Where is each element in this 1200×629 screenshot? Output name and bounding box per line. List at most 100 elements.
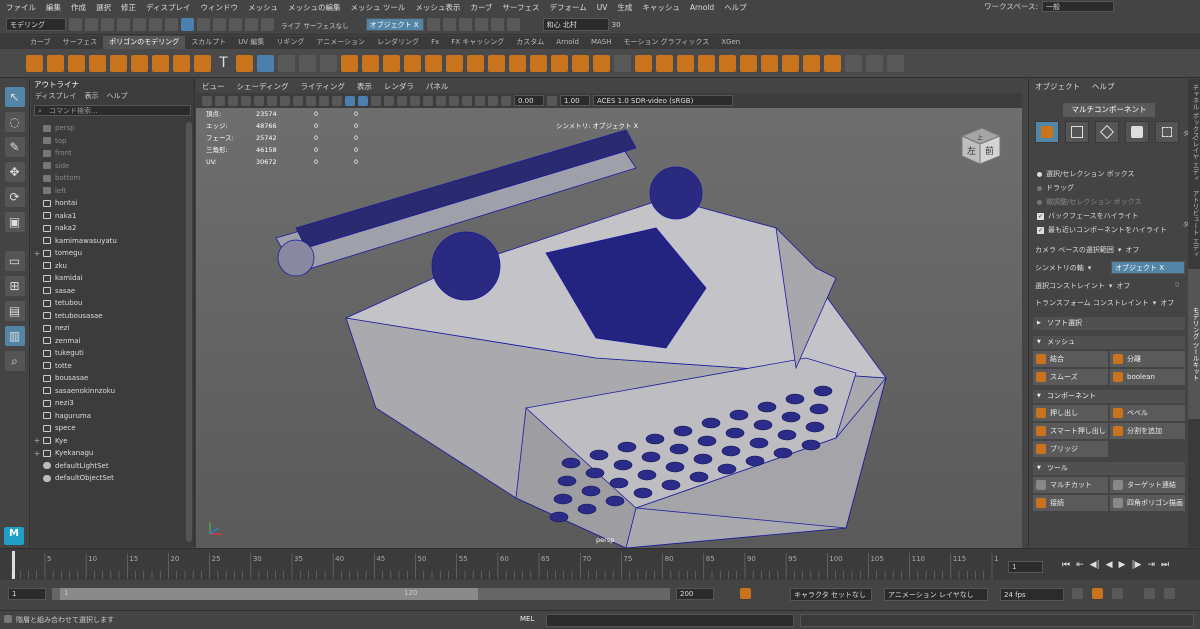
poly-torus-icon[interactable] (110, 54, 127, 72)
snap-grid-icon[interactable] (197, 18, 210, 31)
pause-icon[interactable] (506, 18, 520, 31)
toolkit-menu-item[interactable]: オブジェクト (1035, 81, 1080, 92)
isolate-icon[interactable] (449, 95, 459, 106)
transform-constraint-row[interactable]: トランスフォーム コンストレイント ▾ オフ (1035, 298, 1174, 308)
toolkit-menu-item[interactable]: ヘルプ (1092, 81, 1115, 92)
menu-item[interactable]: ディスプレイ (146, 2, 190, 13)
open-scene-icon[interactable] (85, 18, 98, 31)
smart-extrude-button[interactable]: スマート押し出し (1033, 423, 1108, 439)
shelf-tab[interactable]: スカルプト (185, 36, 232, 49)
bridge-icon[interactable] (509, 54, 526, 72)
gamma-field[interactable]: 1.00 (560, 95, 590, 106)
outliner-menu-item[interactable]: ディスプレイ (35, 91, 77, 103)
snap-curve-icon[interactable] (213, 18, 226, 31)
shelf-tab[interactable]: リギング (270, 36, 310, 49)
range-slider[interactable]: 1 120 (52, 588, 670, 600)
settings-icon[interactable] (1164, 588, 1175, 599)
combine-button[interactable]: 結合 (1033, 351, 1108, 367)
lasso-tool-icon[interactable]: ◌ (4, 112, 25, 132)
outliner-item[interactable]: + Kye (31, 435, 185, 448)
user-account[interactable]: 和心 北村 (542, 18, 609, 31)
textured-icon[interactable] (371, 95, 381, 106)
shelf-tab[interactable]: サーフェス (57, 36, 104, 49)
bevel-edge-icon[interactable] (551, 54, 568, 72)
outliner-item[interactable]: defaultLightSet (31, 460, 185, 473)
uv-planar-icon[interactable] (782, 54, 799, 72)
menu-item[interactable]: UV (597, 3, 608, 12)
outliner-item[interactable]: spece (31, 422, 185, 435)
field-chart-icon[interactable] (306, 95, 316, 106)
svg-tool-icon[interactable] (236, 54, 253, 72)
reduce-icon[interactable] (467, 54, 484, 72)
mesh-section[interactable]: メッシュ (1033, 336, 1185, 349)
viewport-menu-item[interactable]: シェーディング (237, 81, 289, 92)
preferences-icon[interactable] (1112, 588, 1123, 599)
outliner-item[interactable]: nezi (31, 322, 185, 335)
vertical-tab[interactable]: アトリビュート エディタ (1181, 189, 1200, 259)
quad-draw-button[interactable]: 四角ポリゴン描画 (1110, 495, 1185, 511)
vertical-tab[interactable]: チャネル ボックス/レイヤ エディタ (1181, 83, 1200, 183)
expand-icon[interactable]: + (31, 436, 43, 445)
menu-item[interactable]: メッシュ (248, 2, 278, 13)
soft-icon[interactable] (887, 54, 904, 72)
exposure-icon[interactable] (501, 95, 511, 106)
gate-mask-icon[interactable] (293, 95, 303, 106)
boolean-icon[interactable] (404, 54, 421, 72)
outliner-menu-item[interactable]: 表示 (85, 91, 99, 103)
uv-mode-icon[interactable] (1155, 121, 1179, 143)
option-select-box[interactable]: 選択/セレクション ボックス (1037, 169, 1134, 179)
wireframe-icon[interactable] (332, 95, 342, 106)
outliner-item[interactable]: kamimawasuyatu (31, 235, 185, 248)
xray-components-icon[interactable] (488, 95, 498, 106)
colorspace-dropdown[interactable]: ACES 1.0 SDR-video (sRGB) (593, 95, 733, 106)
menu-item[interactable]: 修正 (121, 2, 136, 13)
current-time-marker[interactable] (12, 551, 15, 579)
undo-icon[interactable] (117, 18, 130, 31)
merge-vertex-icon[interactable] (299, 54, 316, 72)
menu-item[interactable]: 作成 (71, 2, 86, 13)
key-icon[interactable] (740, 588, 751, 599)
menu-item[interactable]: 編集 (46, 2, 61, 13)
mel-command-input[interactable] (546, 614, 794, 627)
type-tool-icon[interactable]: T (215, 55, 232, 72)
outliner-item[interactable]: persp (31, 122, 185, 135)
add-divisions-button[interactable]: 分割を追加 (1110, 423, 1185, 439)
outliner-item[interactable]: side (31, 160, 185, 173)
multicut-button[interactable]: マルチカット (1033, 477, 1108, 493)
resolution-gate-icon[interactable] (280, 95, 290, 106)
separate-icon[interactable] (362, 54, 379, 72)
select-hierarchy-icon[interactable] (149, 18, 162, 31)
mirror-icon[interactable] (425, 54, 442, 72)
exposure-field[interactable]: 0.00 (514, 95, 544, 106)
shelf-tab[interactable]: XGen (715, 36, 746, 49)
menu-item[interactable]: サーフェス (502, 2, 539, 13)
select-object-icon[interactable] (165, 18, 178, 31)
poly-sphere-icon[interactable] (26, 54, 43, 72)
poly-cube-icon[interactable] (47, 54, 64, 72)
shelf-tab[interactable]: カーブ (24, 36, 57, 49)
combine-icon[interactable] (341, 54, 358, 72)
expand-icon[interactable]: + (31, 249, 43, 258)
render-settings-icon[interactable] (458, 18, 472, 31)
outliner-item[interactable]: + Kyekanagu (31, 447, 185, 460)
view-cube[interactable]: 左 前 上 (956, 122, 1004, 166)
step-forward-key-icon[interactable]: ⇥ (1147, 560, 1155, 570)
poly-plane-icon[interactable] (131, 54, 148, 72)
anim-layer-dropdown[interactable]: アニメーション レイヤなし (884, 588, 988, 601)
antialiasing-icon[interactable] (436, 95, 446, 106)
ipr-render-icon[interactable] (442, 18, 456, 31)
outliner-search-input[interactable]: ⌕ コマンド検索... (34, 105, 191, 116)
film-gate-icon[interactable] (267, 95, 277, 106)
poly-grid-icon[interactable] (257, 54, 274, 72)
smooth-shade-icon[interactable] (345, 95, 355, 106)
camera-based-selection[interactable]: カメラ ベースの選択範囲 ▾ オフ (1035, 245, 1139, 255)
hypershade-icon[interactable] (474, 18, 488, 31)
outliner-item[interactable]: top (31, 135, 185, 148)
multicomponent-button[interactable]: マルチコンポーネント (1063, 103, 1155, 117)
mode-dropdown[interactable]: モデリング (6, 18, 66, 31)
layout-icon[interactable]: ▤ (4, 301, 25, 321)
audio-icon[interactable] (1144, 588, 1155, 599)
vertical-tab[interactable]: モデリング ツールキット (1188, 269, 1200, 419)
viewport-menu-item[interactable]: レンダラ (384, 81, 414, 92)
four-view-icon[interactable]: ⊞ (4, 276, 25, 296)
